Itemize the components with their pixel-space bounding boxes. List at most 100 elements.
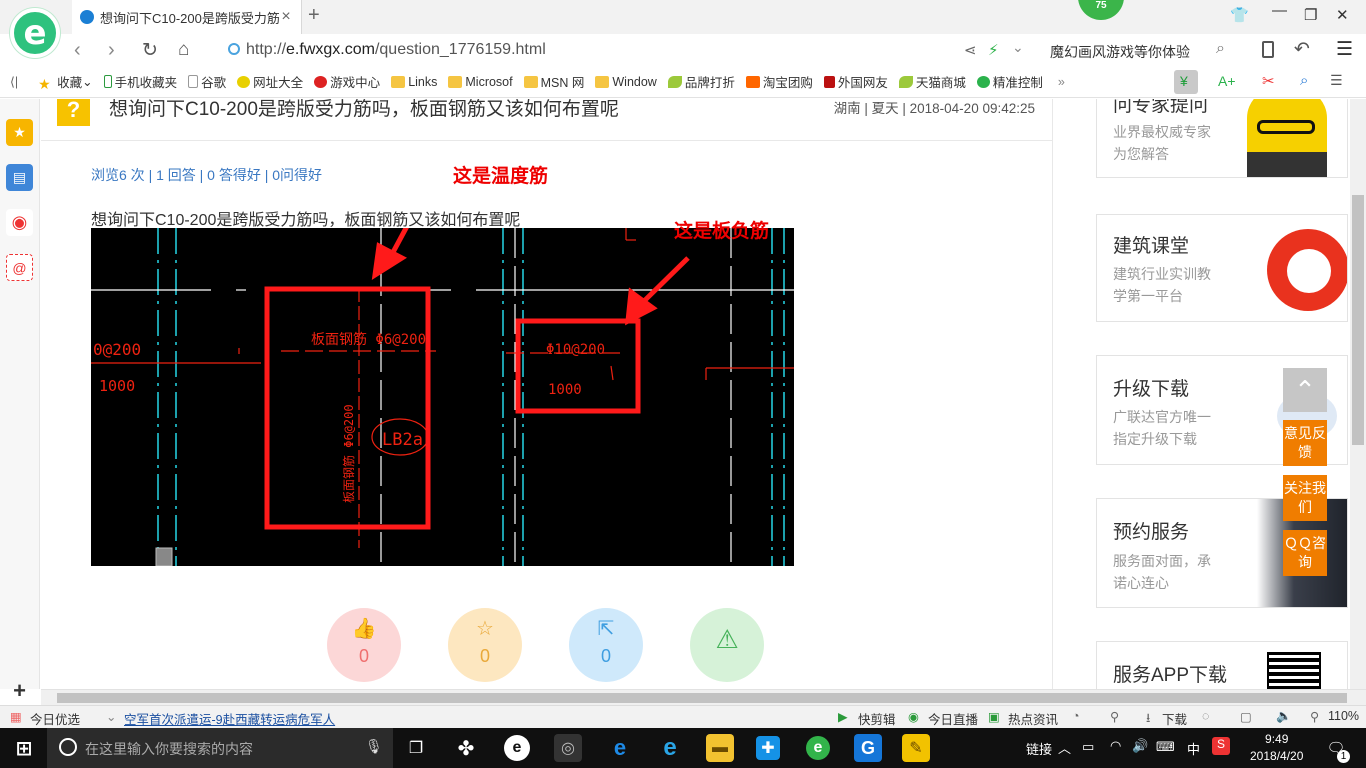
- question-stats[interactable]: 浏览6 次 | 1 回答 | 0 答得好 | 0问得好: [91, 165, 322, 185]
- card-ask-expert[interactable]: 问专家提问 业界最权威专家 为您解答: [1096, 99, 1348, 178]
- report-button[interactable]: ⚠: [690, 608, 764, 682]
- back-to-top-icon[interactable]: ⌃: [1283, 368, 1327, 412]
- card-building-class[interactable]: 建筑课堂 建筑行业实训教 学第一平台: [1096, 214, 1348, 322]
- vertical-scrollbar-thumb[interactable]: [1352, 195, 1364, 445]
- favorites-star-icon[interactable]: ★: [6, 119, 33, 146]
- bookmark-item[interactable]: 手机收藏夹: [103, 72, 177, 91]
- fan-app-icon[interactable]: ✤: [452, 734, 480, 762]
- card-app-download[interactable]: 服务APP下载: [1096, 641, 1348, 689]
- today-live[interactable]: 今日直播: [928, 709, 978, 728]
- microphone-icon[interactable]: 🎙: [365, 738, 383, 755]
- system-clock[interactable]: 9:49 2018/4/20: [1250, 731, 1303, 765]
- menu-more-icon[interactable]: ☰: [1330, 72, 1343, 89]
- scissors-icon[interactable]: ✂: [1262, 72, 1275, 90]
- zoom-level[interactable]: 110%: [1328, 709, 1359, 723]
- horizontal-scrollbar-thumb[interactable]: [57, 693, 1347, 703]
- news-ticker[interactable]: 空军首次派遣运-9赴西藏转运病危军人: [124, 709, 335, 728]
- bookmark-item[interactable]: Window: [595, 75, 657, 89]
- close-window-icon[interactable]: ✕: [1336, 6, 1349, 24]
- home-icon[interactable]: ⌂: [178, 39, 189, 61]
- bookmark-item[interactable]: MSN 网: [523, 72, 584, 91]
- clean-icon[interactable]: ◌: [1202, 709, 1209, 723]
- search-icon[interactable]: ⌕: [1216, 40, 1225, 58]
- bookmark-item[interactable]: 天猫商城: [898, 72, 966, 91]
- skin-icon[interactable]: 👕: [1230, 6, 1249, 24]
- back-icon[interactable]: ‹: [74, 39, 81, 62]
- lightning-icon[interactable]: ⚡: [988, 41, 999, 59]
- follow-us-button[interactable]: 关注我们: [1283, 475, 1327, 521]
- hot-news[interactable]: 热点资讯: [1008, 709, 1058, 728]
- undo-icon[interactable]: ↶: [1294, 38, 1310, 61]
- edge-icon[interactable]: e: [606, 734, 634, 762]
- forward-icon[interactable]: ›: [108, 39, 115, 62]
- bookmark-item[interactable]: ★ 收藏 ⌄: [38, 72, 93, 92]
- menu-icon[interactable]: ☰: [1336, 38, 1353, 61]
- 360-browser-icon[interactable]: e: [806, 736, 830, 760]
- ie-icon[interactable]: e: [656, 734, 684, 762]
- bookmark-item[interactable]: 外国网友: [823, 72, 888, 91]
- swirl-app-icon[interactable]: ◎: [554, 734, 582, 762]
- notification-badge[interactable]: 75: [1078, 0, 1124, 20]
- chevron-down-icon[interactable]: ⌄: [1012, 39, 1024, 56]
- zoom-icon[interactable]: ⚲: [1310, 709, 1319, 724]
- window-icon[interactable]: ▢: [1240, 709, 1252, 724]
- new-tab-button[interactable]: +: [308, 4, 320, 27]
- minimize-icon[interactable]: —: [1272, 2, 1287, 19]
- favorite-button[interactable]: ☆ 0: [448, 608, 522, 682]
- download-link[interactable]: 下载: [1162, 709, 1187, 728]
- money-icon[interactable]: ¥: [1180, 73, 1188, 89]
- bookmark-item[interactable]: 精准控制: [976, 72, 1043, 91]
- taskbar-search[interactable]: 在这里输入你要搜索的内容 🎙: [47, 728, 393, 768]
- keyboard-icon[interactable]: ⌨: [1156, 739, 1175, 755]
- bookmark-item[interactable]: 谷歌: [188, 72, 226, 91]
- windows-start-icon[interactable]: ⊞: [10, 734, 38, 762]
- bookmark-item[interactable]: 淘宝团购: [745, 72, 813, 91]
- search-field[interactable]: 魔幻画风游戏等你体验: [1050, 42, 1190, 62]
- mobile-icon[interactable]: [1262, 41, 1274, 58]
- bookmark-item[interactable]: 网址大全: [237, 72, 303, 91]
- share-icon[interactable]: ⋖: [964, 41, 977, 59]
- search-tool-icon[interactable]: ⌕: [1300, 72, 1308, 89]
- bookmark-item[interactable]: 品牌打折: [667, 72, 735, 91]
- sidebar-toggle-icon[interactable]: ⟨|: [10, 74, 18, 89]
- reading-list-icon[interactable]: ▤: [6, 164, 33, 191]
- qq-consult-button[interactable]: ＱＱ咨询: [1283, 530, 1327, 576]
- quick-clip[interactable]: 快剪辑: [858, 709, 896, 728]
- battery-icon[interactable]: ▭: [1082, 739, 1094, 755]
- bookmark-item[interactable]: 游戏中心: [314, 72, 380, 91]
- network-app-icon[interactable]: ✚: [756, 736, 780, 760]
- bookmark-item[interactable]: Microsof: [448, 75, 513, 89]
- file-explorer-icon[interactable]: ▬: [706, 734, 734, 762]
- task-view-icon[interactable]: ❐: [402, 734, 430, 762]
- browser-taskbar-icon[interactable]: e: [504, 735, 530, 761]
- more-bookmarks-icon[interactable]: »: [1058, 75, 1065, 89]
- wifi-icon[interactable]: ◠: [1110, 738, 1121, 754]
- restore-icon[interactable]: ❐: [1304, 6, 1317, 24]
- volume-icon[interactable]: 🔈: [1276, 709, 1292, 724]
- close-tab-icon[interactable]: ×: [279, 8, 293, 26]
- translate-icon[interactable]: A+: [1218, 73, 1236, 89]
- speed-icon[interactable]: ◔: [1072, 709, 1080, 723]
- browser-logo[interactable]: e: [10, 8, 60, 58]
- like-button[interactable]: 👍 0: [327, 608, 401, 682]
- sogou-icon[interactable]: S: [1212, 737, 1230, 755]
- pin-icon[interactable]: ⚲: [1110, 709, 1119, 724]
- ime-indicator[interactable]: 中: [1187, 739, 1200, 758]
- g-app-icon[interactable]: G: [854, 734, 882, 762]
- weibo-icon[interactable]: ◉: [6, 209, 33, 236]
- notes-app-icon[interactable]: ✎: [902, 734, 930, 762]
- today-picks[interactable]: 今日优选: [30, 709, 80, 728]
- browser-tab[interactable]: 想询问下C10-200是跨版受力筋吗 ×: [72, 0, 302, 34]
- link-label[interactable]: 链接: [1026, 742, 1052, 757]
- add-sidebar-icon[interactable]: +: [6, 677, 33, 704]
- speaker-icon[interactable]: 🔊: [1132, 738, 1148, 754]
- share-button[interactable]: ⇱ 0: [569, 608, 643, 682]
- feedback-button[interactable]: 意见反馈: [1283, 420, 1327, 466]
- bookmark-item[interactable]: Links: [391, 75, 437, 89]
- mail-icon[interactable]: @: [6, 254, 33, 281]
- chevron-up-icon[interactable]: ︿: [1058, 738, 1071, 757]
- vertical-scrollbar[interactable]: [1350, 99, 1366, 689]
- horizontal-scrollbar[interactable]: [41, 689, 1366, 705]
- url-field[interactable]: http://e.fwxgx.com/question_1776159.html: [246, 41, 546, 59]
- refresh-icon[interactable]: ↻: [142, 39, 158, 62]
